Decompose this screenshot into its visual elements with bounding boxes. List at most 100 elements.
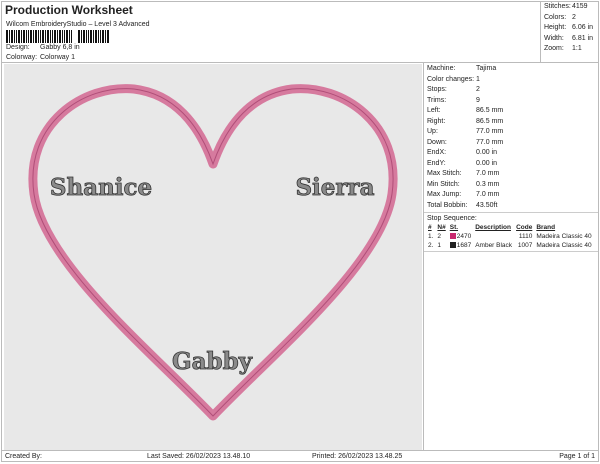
- info-row-value: 86.5 mm: [476, 117, 504, 125]
- info-row: Max Stitch: 7.0 mm: [424, 169, 598, 180]
- code: 1110: [518, 233, 533, 240]
- info-row: Left: 86.5 mm: [424, 106, 598, 117]
- info-row: Total Bobbin: 43.50ft: [424, 201, 598, 212]
- stat-row: Colors: 2: [541, 13, 598, 24]
- stop-sequence-table: # N# St. Description Code Brand 1. 2 2470 1110 Ma…: [426, 223, 594, 250]
- stat-row-value: 6.81 in: [572, 34, 594, 42]
- code: 1007: [517, 242, 533, 249]
- stat-row-value: 2: [572, 13, 576, 21]
- info-row-value: 0.00 in: [476, 149, 498, 156]
- color-swatch: [449, 242, 456, 249]
- stat-row: Height: 6.06 in: [541, 23, 598, 34]
- stat-row-value: 4159: [572, 3, 588, 10]
- stat-row-label: Height:: [544, 24, 567, 31]
- name-sierra: Sierra: [295, 174, 374, 201]
- info-row-value: 9: [476, 96, 480, 104]
- stat-row: Zoom: 1:1: [541, 44, 598, 55]
- description: Amber Black: [475, 242, 513, 249]
- info-row-value: 7.0 mm: [476, 191, 500, 198]
- barcode: [6, 30, 116, 43]
- info-row-value: 43.50ft: [476, 201, 498, 209]
- table-row: 2. 1 1687 Amber Black 1007 Madeira Classic 40: [426, 241, 594, 250]
- info-row-label: Left:: [427, 107, 441, 114]
- stitch-cell: 2470: [448, 232, 473, 241]
- info-row-value: 0.3 mm: [476, 180, 500, 188]
- info-row-value: 1: [476, 75, 480, 83]
- info-row-label: Stops:: [427, 86, 447, 93]
- info-row-label: Right:: [427, 117, 446, 125]
- colorway-label: Colorway:: [6, 54, 38, 61]
- stat-row-label: Width:: [544, 34, 564, 42]
- created-by: Created By:: [5, 453, 42, 460]
- info-row: Trims: 9: [424, 96, 598, 107]
- column-header: Code: [516, 224, 533, 231]
- row-num: 2.: [428, 242, 434, 249]
- info-row-label: EndY:: [427, 159, 446, 167]
- info-row-label: Total Bobbin:: [427, 201, 468, 209]
- stitches: 2470: [456, 233, 472, 240]
- info-row: Right: 86.5 mm: [424, 117, 598, 128]
- stat-row-value: 1:1: [572, 45, 582, 52]
- page-number: Page 1 of 1: [559, 453, 595, 460]
- info-row-value: 86.5 mm: [476, 107, 504, 114]
- column-header: Description: [475, 224, 511, 231]
- info-row-label: Max Stitch:: [427, 170, 462, 177]
- design-preview: Shanice Sierra Gabby: [4, 64, 422, 450]
- colorway-row: Colorway: Colorway 1: [6, 54, 75, 61]
- info-row: EndY: 0.00 in: [424, 159, 598, 170]
- column-header: #: [428, 224, 432, 231]
- column-header: N#: [437, 224, 446, 231]
- stat-row-value: 6.06 in: [572, 24, 594, 31]
- name-gabby: Gabby: [172, 348, 253, 375]
- info-row-label: Up:: [427, 128, 438, 135]
- info-row-value: 2: [476, 86, 480, 93]
- design-value: Gabby 6,8 in: [40, 44, 80, 51]
- stat-row: Width: 6.81 in: [541, 34, 598, 45]
- stitches: 1687: [456, 242, 472, 249]
- footer: Created By: Last Saved: 26/02/2023 13.48…: [2, 450, 598, 461]
- page-title: Production Worksheet: [5, 3, 133, 17]
- info-row: Stops: 2: [424, 85, 598, 96]
- printed-date: Printed: 26/02/2023 13.48.25: [312, 453, 403, 460]
- stat-row-label: Colors:: [544, 13, 567, 21]
- color-swatch: [449, 233, 456, 240]
- stat-row-label: Stitches:: [544, 3, 571, 10]
- colorway-value: Colorway 1: [40, 54, 76, 61]
- info-row-label: Max Jump:: [427, 191, 462, 198]
- info-row-value: 7.0 mm: [476, 170, 500, 177]
- info-row: Color changes: 1: [424, 75, 598, 86]
- info-row-label: EndX:: [427, 149, 447, 156]
- info-row-label: Machine:: [427, 65, 456, 72]
- brand: Madeira Classic 40: [536, 242, 592, 249]
- info-row-value: Tajima: [476, 65, 497, 72]
- header: Production Worksheet Wilcom EmbroiderySt…: [2, 2, 540, 62]
- needle: 2: [437, 233, 442, 240]
- row-num: 1.: [428, 233, 434, 240]
- name-shanice: Shanice: [50, 174, 152, 201]
- table-row: 1. 2 2470 1110 Madeira Classic 40: [426, 232, 594, 241]
- software-name: Wilcom EmbroideryStudio – Level 3 Advanc…: [6, 21, 150, 28]
- info-row: Down: 77.0 mm: [424, 138, 598, 149]
- info-row-label: Down:: [427, 138, 447, 146]
- info-row: Min Stitch: 0.3 mm: [424, 180, 598, 191]
- design-row: Design: Gabby 6,8 in: [6, 44, 80, 51]
- column-header: Brand: [536, 224, 556, 231]
- info-row: Max Jump: 7.0 mm: [424, 190, 598, 201]
- stats-panel: Stitches: 4159 Colors: 2 Height: 6.06 in Width…: [540, 2, 598, 62]
- brand: Madeira Classic 40: [536, 233, 592, 240]
- info-row: Machine: Tajima: [424, 64, 598, 75]
- info-panel: Machine: Tajima Color changes: 1 Stops: 2 Trim…: [423, 63, 598, 450]
- column-header: St.: [449, 224, 459, 231]
- stat-row-label: Zoom:: [544, 45, 564, 52]
- stop-sequence-title: Stop Sequence:: [424, 212, 598, 223]
- heart-design: Shanice Sierra Gabby: [28, 84, 398, 421]
- info-row-label: Trims:: [427, 96, 447, 104]
- stitch-cell: 1687: [448, 241, 473, 250]
- info-row-label: Color changes:: [427, 75, 475, 83]
- info-row-value: 77.0 mm: [476, 128, 504, 135]
- last-saved: Last Saved: 26/02/2023 13.48.10: [147, 453, 251, 460]
- info-row-value: 77.0 mm: [476, 138, 504, 146]
- info-row-label: Min Stitch:: [427, 180, 460, 188]
- info-row: EndX: 0.00 in: [424, 148, 598, 159]
- info-row-value: 0.00 in: [476, 159, 498, 167]
